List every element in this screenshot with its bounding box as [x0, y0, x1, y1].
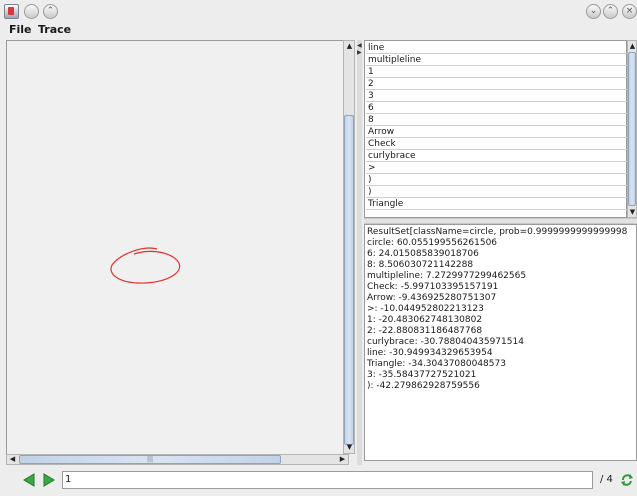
- gesture-stroke: [110, 247, 181, 284]
- canvas-hscroll-thumb[interactable]: |||: [19, 455, 281, 464]
- scroll-right-icon[interactable]: ▶: [337, 454, 348, 465]
- scroll-up-icon[interactable]: ▲: [627, 41, 637, 52]
- scroll-down-icon[interactable]: ▼: [627, 207, 637, 218]
- window-menu-icon[interactable]: [24, 4, 39, 19]
- result-line: 2: -22.880831186487768: [367, 326, 483, 336]
- java-app-icon[interactable]: [4, 4, 19, 19]
- list-item[interactable]: multipleline: [366, 54, 627, 66]
- previous-button[interactable]: [22, 472, 36, 488]
- result-line: ): -42.279862928759556: [367, 381, 480, 391]
- green-right-arrow-icon: [43, 473, 55, 487]
- canvas-vertical-scrollbar[interactable]: ▲ ▼: [343, 40, 355, 454]
- list-vertical-scrollbar[interactable]: ▲ ▼: [627, 40, 637, 218]
- result-line: Triangle: -34.30437080048573: [367, 359, 506, 369]
- scroll-down-icon[interactable]: ▼: [344, 442, 355, 453]
- list-item[interactable]: >: [366, 162, 627, 174]
- result-line: 1: -20.483062748130802: [367, 315, 483, 325]
- page-number-input[interactable]: 1: [62, 471, 593, 489]
- list-item[interactable]: curlybrace: [366, 150, 627, 162]
- scroll-left-icon[interactable]: ◀: [7, 454, 18, 465]
- canvas-vscroll-thumb[interactable]: [344, 115, 354, 445]
- refresh-icon: [621, 474, 633, 486]
- list-item[interactable]: Triangle: [366, 198, 627, 210]
- gesture-class-list[interactable]: line multipleline 1 2 3 6 8 Arrow Check …: [364, 40, 627, 218]
- expand-right-icon[interactable]: ▶: [357, 50, 362, 56]
- green-left-arrow-icon: [23, 473, 35, 487]
- list-item[interactable]: line: [366, 42, 627, 54]
- refresh-button[interactable]: [620, 472, 634, 488]
- list-item[interactable]: 6: [366, 102, 627, 114]
- chevron-up-icon[interactable]: ⌃: [43, 4, 58, 19]
- result-line: >: -10.044952802213123: [367, 304, 484, 314]
- result-line: 6: 24.015085839018706: [367, 249, 479, 259]
- list-item[interactable]: Arrow: [366, 126, 627, 138]
- result-line: 8: 8.506030721142288: [367, 260, 474, 270]
- list-item[interactable]: 1: [366, 66, 627, 78]
- list-item[interactable]: Check: [366, 138, 627, 150]
- title-bar: ⌃ ⌄ ⌃ ×: [0, 0, 637, 22]
- result-line: Check: -5.997103395157191: [367, 282, 499, 292]
- result-line: ResultSet[className=circle, prob=0.99999…: [367, 227, 628, 237]
- menu-file[interactable]: File: [9, 23, 32, 36]
- minimize-icon[interactable]: ⌄: [586, 4, 601, 19]
- split-pane-divider[interactable]: ◀ ▶: [357, 40, 362, 465]
- list-item[interactable]: ): [366, 174, 627, 186]
- recognition-results: ResultSet[className=circle, prob=0.99999…: [364, 224, 637, 461]
- gesture-stroke-svg: [110, 247, 181, 284]
- result-line: multipleline: 7.2729977299462565: [367, 271, 527, 281]
- list-item[interactable]: 2: [366, 78, 627, 90]
- close-icon[interactable]: ×: [622, 4, 637, 19]
- list-item[interactable]: ): [366, 186, 627, 198]
- menu-trace[interactable]: Trace: [38, 23, 71, 36]
- list-item[interactable]: 3: [366, 90, 627, 102]
- result-line: curlybrace: -30.788040435971514: [367, 337, 524, 347]
- gesture-canvas[interactable]: [6, 40, 347, 456]
- next-button[interactable]: [42, 472, 56, 488]
- list-vscroll-thumb[interactable]: [628, 52, 636, 206]
- maximize-icon[interactable]: ⌃: [603, 4, 618, 19]
- list-item[interactable]: 8: [366, 114, 627, 126]
- scroll-up-icon[interactable]: ▲: [344, 41, 355, 52]
- canvas-horizontal-scrollbar[interactable]: ◀ ||| ▶: [6, 454, 349, 465]
- result-line: Arrow: -9.436925280751307: [367, 293, 497, 303]
- page-total-label: / 4: [600, 474, 613, 485]
- result-line: 3: -35.58437727521021: [367, 370, 477, 380]
- result-line: line: -30.949934329653954: [367, 348, 493, 358]
- menu-bar: File Trace: [0, 22, 637, 39]
- result-line: circle: 60.055199556261506: [367, 238, 498, 248]
